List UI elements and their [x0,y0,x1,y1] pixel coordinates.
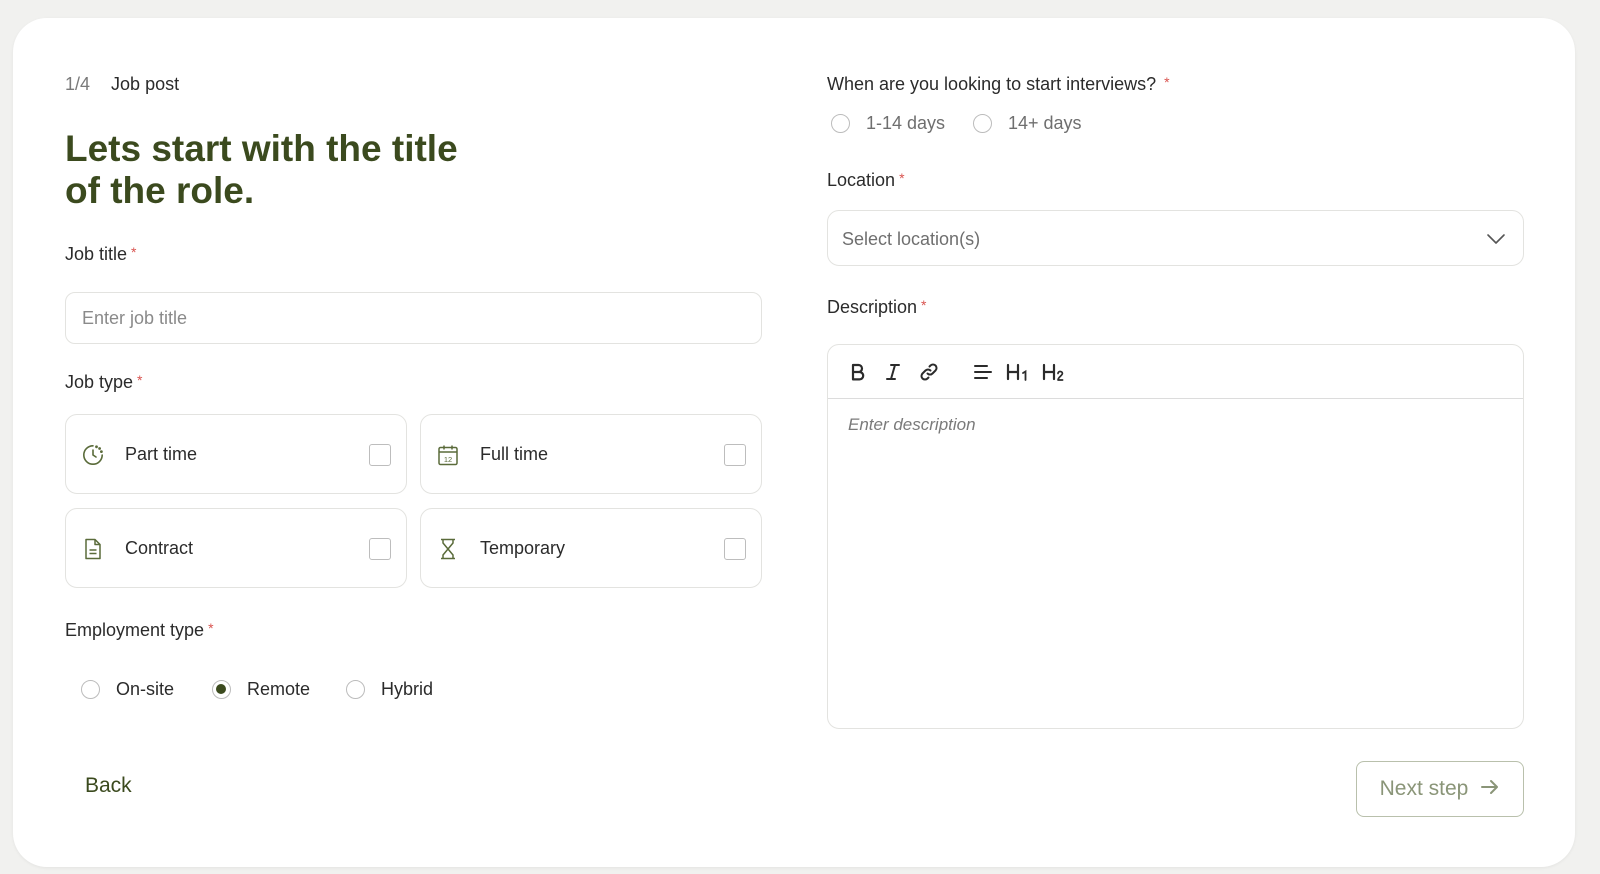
job-title-input[interactable] [65,292,762,344]
job-type-option-label: Contract [125,538,194,558]
page-title: Lets start with the title of the role. [65,128,485,212]
job-type-option-temporary[interactable]: Temporary [420,508,762,588]
job-type-option-label: Temporary [480,538,566,558]
radio-button-selected[interactable] [212,680,231,699]
location-label-text: Location [827,170,896,190]
location-placeholder: Select location(s) [842,229,981,249]
job-type-option-part-time[interactable]: Part time [65,414,407,494]
job-type-option-full-time[interactable]: 12 Full time [420,414,762,494]
job-type-checkbox[interactable] [724,444,746,466]
calendar-icon: 12 [436,443,460,467]
bold-button[interactable] [848,359,868,385]
back-button[interactable]: Back [85,774,132,798]
stepper: 1/4 Job post [65,74,179,95]
page-title-line-1: Lets start with the title [65,128,458,169]
link-icon[interactable] [918,359,940,385]
radio-button[interactable] [81,680,100,699]
document-icon [81,537,105,561]
hourglass-icon [436,537,460,561]
italic-button[interactable] [883,359,903,385]
radio-button[interactable] [973,114,992,133]
radio-label: On-site [116,679,175,699]
radio-label: Hybrid [381,679,434,699]
job-type-label-text: Job type [65,372,134,392]
job-type-checkbox[interactable] [369,538,391,560]
job-type-checkbox[interactable] [724,538,746,560]
next-step-label: Next step [1379,777,1469,800]
location-select[interactable]: Select location(s) [827,210,1524,266]
radio-button[interactable] [346,680,365,699]
interviews-option-1-14-days[interactable]: 1-14 days [831,113,945,134]
employment-option-on-site[interactable]: On-site [81,679,174,700]
step-name: Job post [111,74,180,94]
required-marker: * [1164,74,1170,90]
heading-1-button[interactable] [1006,359,1030,385]
location-label: Location * [827,170,905,191]
required-marker: * [899,170,905,186]
employment-option-hybrid[interactable]: Hybrid [346,679,433,700]
heading-2-button[interactable] [1042,359,1066,385]
interviews-label: When are you looking to start interviews… [827,74,1170,95]
editor-toolbar [828,345,1523,399]
interviews-option-14-plus-days[interactable]: 14+ days [973,113,1082,134]
step-count: 1/4 [65,74,91,94]
align-left-icon[interactable] [972,359,994,385]
calendar-day: 12 [444,455,452,464]
radio-label: 14+ days [1008,113,1082,133]
job-type-option-contract[interactable]: Contract [65,508,407,588]
job-type-checkbox[interactable] [369,444,391,466]
job-title-label: Job title * [65,244,137,265]
job-type-option-label: Full time [480,444,549,464]
chevron-down-icon [1485,229,1507,249]
clock-icon [81,443,105,467]
required-marker: * [137,372,143,388]
description-label: Description * [827,297,927,318]
interviews-label-text: When are you looking to start interviews… [827,74,1157,94]
arrow-right-icon [1480,778,1500,801]
employment-type-label: Employment type * [65,620,214,641]
description-label-text: Description [827,297,918,317]
employment-type-label-text: Employment type [65,620,205,640]
page-title-line-2: of the role. [65,170,255,211]
radio-label: Remote [247,679,311,699]
description-editor[interactable]: Enter description [827,344,1524,729]
description-placeholder: Enter description [848,415,976,434]
job-type-label: Job type * [65,372,143,393]
required-marker: * [208,620,214,636]
required-marker: * [131,244,137,260]
required-marker: * [921,297,927,313]
job-title-label-text: Job title [65,244,128,264]
job-type-option-label: Part time [125,444,198,464]
employment-option-remote[interactable]: Remote [212,679,310,700]
job-post-card: 1/4 Job post Lets start with the title o… [13,18,1575,867]
radio-button[interactable] [831,114,850,133]
radio-label: 1-14 days [866,113,946,133]
next-step-button[interactable]: Next step [1356,761,1524,817]
